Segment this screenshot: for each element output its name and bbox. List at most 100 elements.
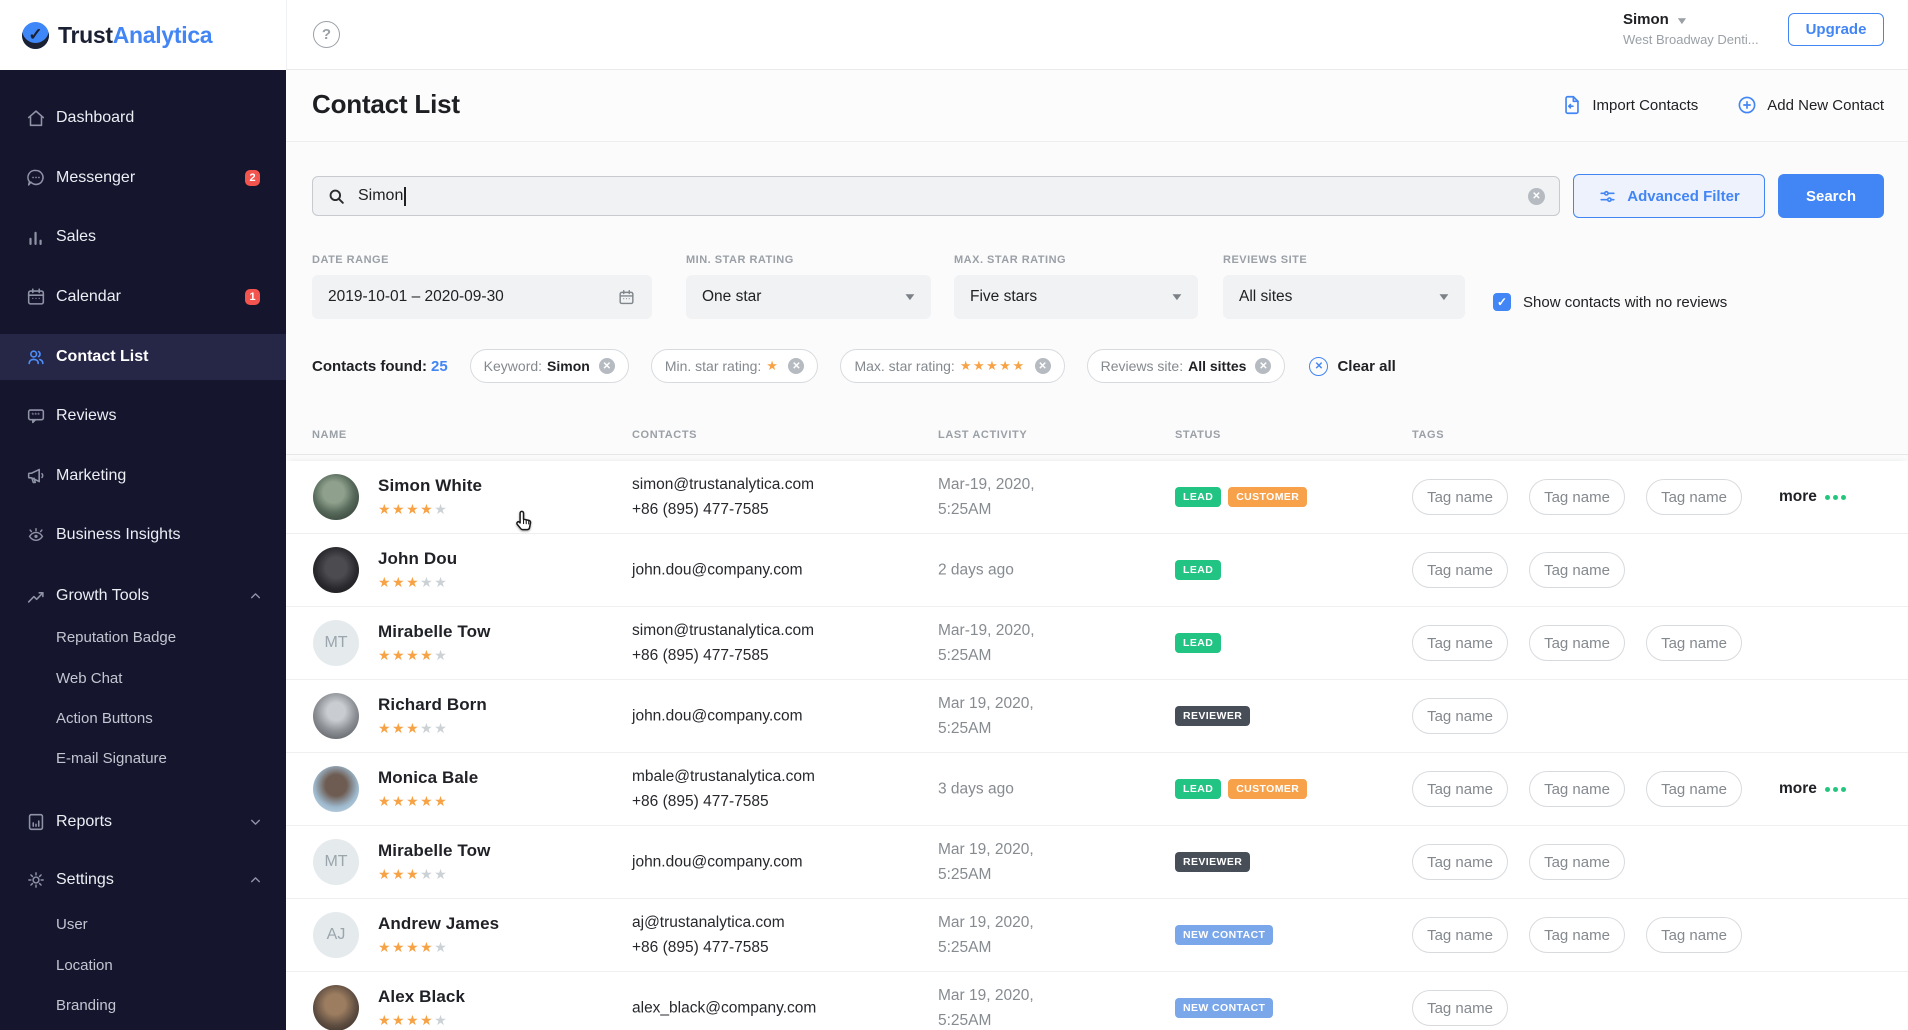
add-new-contact-button[interactable]: Add New Contact — [1736, 94, 1884, 116]
table-row[interactable]: MT Mirabelle Tow ★★★★★ simon@trustanalyt… — [286, 607, 1908, 680]
show-no-reviews-checkbox[interactable]: ✓ — [1493, 293, 1511, 311]
sidebar-item-settings[interactable]: Settings — [0, 858, 286, 902]
help-icon[interactable]: ? — [313, 21, 340, 48]
sidebar-subitem-reputation-badge[interactable]: Reputation Badge — [0, 621, 286, 653]
report-doc-icon — [28, 813, 44, 831]
table-row[interactable]: Monica Bale ★★★★★ mbale@trustanalytica.c… — [286, 753, 1908, 826]
sidebar-item-sales[interactable]: Sales — [0, 215, 286, 259]
sidebar-item-marketing[interactable]: Marketing — [0, 454, 286, 498]
star-rating: ★★★★★ — [378, 866, 449, 882]
sidebar-subitem-location[interactable]: Location — [0, 949, 286, 981]
star-rating: ★★★★★ — [378, 939, 449, 955]
contact-name[interactable]: John Dou — [378, 549, 457, 569]
search-input[interactable]: Simon ✕ — [312, 176, 1560, 216]
table-body: Simon White ★★★★★ simon@trustanalytica.c… — [286, 461, 1908, 1030]
tag-pill[interactable]: Tag name — [1412, 625, 1508, 661]
tag-pill[interactable]: Tag name — [1412, 844, 1508, 880]
chat-bubble-icon — [27, 169, 44, 186]
table-row[interactable]: AJ Andrew James ★★★★★ aj@trustanalytica.… — [286, 899, 1908, 972]
avatar-initials: MT — [313, 839, 359, 885]
tag-pill[interactable]: Tag name — [1529, 479, 1625, 515]
megaphone-icon — [27, 468, 44, 484]
table-row[interactable]: Simon White ★★★★★ simon@trustanalytica.c… — [286, 461, 1908, 534]
reviews-site-select[interactable]: All sites ▼ — [1223, 275, 1465, 319]
reviews-bubble-icon: *** — [27, 409, 45, 424]
contact-email: john.dou@company.com — [632, 707, 803, 725]
contact-name[interactable]: Alex Black — [378, 987, 465, 1007]
star-rating: ★★★★★ — [378, 793, 449, 809]
more-tags-button[interactable]: more — [1779, 488, 1846, 506]
filter-chip-max-star: Max. star rating: ★★★★★ ✕ — [840, 349, 1065, 383]
table-row[interactable]: Richard Born ★★★★★ john.dou@company.com … — [286, 680, 1908, 753]
user-menu[interactable]: Simon ▼ West Broadway Denti... — [1623, 11, 1759, 47]
date-range-input[interactable]: 2019-10-01 – 2020-09-30 — [312, 275, 652, 319]
sidebar-item-dashboard[interactable]: Dashboard — [0, 96, 286, 140]
tag-pill[interactable]: Tag name — [1412, 990, 1508, 1026]
contact-name[interactable]: Mirabelle Tow — [378, 622, 490, 642]
import-contacts-button[interactable]: Import Contacts — [1561, 94, 1698, 116]
tag-pill[interactable]: Tag name — [1412, 479, 1508, 515]
sidebar-item-messenger[interactable]: Messenger 2 — [0, 156, 286, 200]
chevron-down-icon: ▼ — [1436, 291, 1452, 303]
remove-chip-icon[interactable]: ✕ — [1034, 358, 1051, 374]
remove-chip-icon[interactable]: ✕ — [1255, 358, 1272, 374]
sidebar-item-contact-list[interactable]: Contact List — [0, 334, 286, 380]
tag-pill[interactable]: Tag name — [1412, 552, 1508, 588]
tag-pill[interactable]: Tag name — [1646, 917, 1742, 953]
contact-info: aj@trustanalytica.com +86 (895) 477-7585 — [632, 910, 785, 960]
sidebar-subitem-branding[interactable]: Branding — [0, 989, 286, 1021]
last-activity: Mar 19, 2020, 5:25AM — [938, 987, 1034, 1029]
contact-info: john.dou@company.com — [632, 704, 803, 729]
sidebar-item-calendar[interactable]: Calendar 1 — [0, 275, 286, 319]
brand-logo[interactable]: ✓ TrustAnalytica — [0, 0, 286, 70]
more-tags-button[interactable]: more — [1779, 780, 1846, 798]
contact-name[interactable]: Monica Bale — [378, 768, 478, 788]
contact-name[interactable]: Mirabelle Tow — [378, 841, 490, 861]
messenger-count-badge: 2 — [245, 170, 260, 186]
show-no-reviews-label: Show contacts with no reviews — [1523, 293, 1728, 311]
more-dots-icon — [1824, 786, 1846, 792]
more-dots-icon — [1824, 494, 1846, 500]
max-star-select[interactable]: Five stars ▼ — [954, 275, 1198, 319]
upgrade-button[interactable]: Upgrade — [1788, 13, 1884, 46]
table-row[interactable]: MT Mirabelle Tow ★★★★★ john.dou@company.… — [286, 826, 1908, 899]
clear-search-icon[interactable]: ✕ — [1528, 187, 1545, 205]
tag-pill[interactable]: Tag name — [1529, 844, 1625, 880]
tag-pill[interactable]: Tag name — [1412, 698, 1508, 734]
advanced-filter-button[interactable]: Advanced Filter — [1573, 174, 1765, 218]
tag-pill[interactable]: Tag name — [1412, 771, 1508, 807]
sidebar-subitem-web-chat[interactable]: Web Chat — [0, 662, 286, 694]
table-row[interactable]: Alex Black ★★★★★ alex_black@company.com … — [286, 972, 1908, 1030]
contact-name[interactable]: Richard Born — [378, 695, 487, 715]
contact-info: john.dou@company.com — [632, 850, 803, 875]
tag-pill[interactable]: Tag name — [1412, 917, 1508, 953]
tag-pill[interactable]: Tag name — [1646, 479, 1742, 515]
sliders-icon — [1600, 190, 1615, 202]
tag-pill[interactable]: Tag name — [1529, 771, 1625, 807]
remove-chip-icon[interactable]: ✕ — [788, 358, 805, 374]
contact-name[interactable]: Simon White — [378, 476, 482, 496]
tag-pill[interactable]: Tag name — [1529, 552, 1625, 588]
sidebar-item-business-insights[interactable]: Business Insights — [0, 513, 286, 557]
sidebar-item-reports[interactable]: Reports — [0, 800, 286, 844]
contact-info: simon@trustanalytica.com +86 (895) 477-75… — [632, 618, 814, 668]
clear-all-icon: ✕ — [1309, 356, 1329, 376]
contact-name[interactable]: Andrew James — [378, 914, 499, 934]
tag-pill[interactable]: Tag name — [1646, 625, 1742, 661]
remove-chip-icon[interactable]: ✕ — [598, 358, 615, 374]
tag-list: Tag name — [1412, 698, 1508, 734]
search-button[interactable]: Search — [1778, 174, 1884, 218]
tag-pill[interactable]: Tag name — [1646, 771, 1742, 807]
sidebar-item-growth-tools[interactable]: Growth Tools — [0, 574, 286, 618]
sidebar-subitem-email-signature[interactable]: E-mail Signature — [0, 742, 286, 774]
contacts-found: Contacts found: 25 — [312, 357, 448, 375]
sidebar-subitem-action-buttons[interactable]: Action Buttons — [0, 702, 286, 734]
sidebar-subitem-user[interactable]: User — [0, 908, 286, 940]
clear-all-button[interactable]: ✕ Clear all — [1309, 356, 1396, 376]
tag-pill[interactable]: Tag name — [1529, 625, 1625, 661]
min-star-select[interactable]: One star ▼ — [686, 275, 931, 319]
sidebar-item-reviews[interactable]: *** Reviews — [0, 394, 286, 438]
tag-pill[interactable]: Tag name — [1529, 917, 1625, 953]
table-row[interactable]: John Dou ★★★★★ john.dou@company.com 2 da… — [286, 534, 1908, 607]
star-rating: ★★★★★ — [378, 720, 449, 736]
